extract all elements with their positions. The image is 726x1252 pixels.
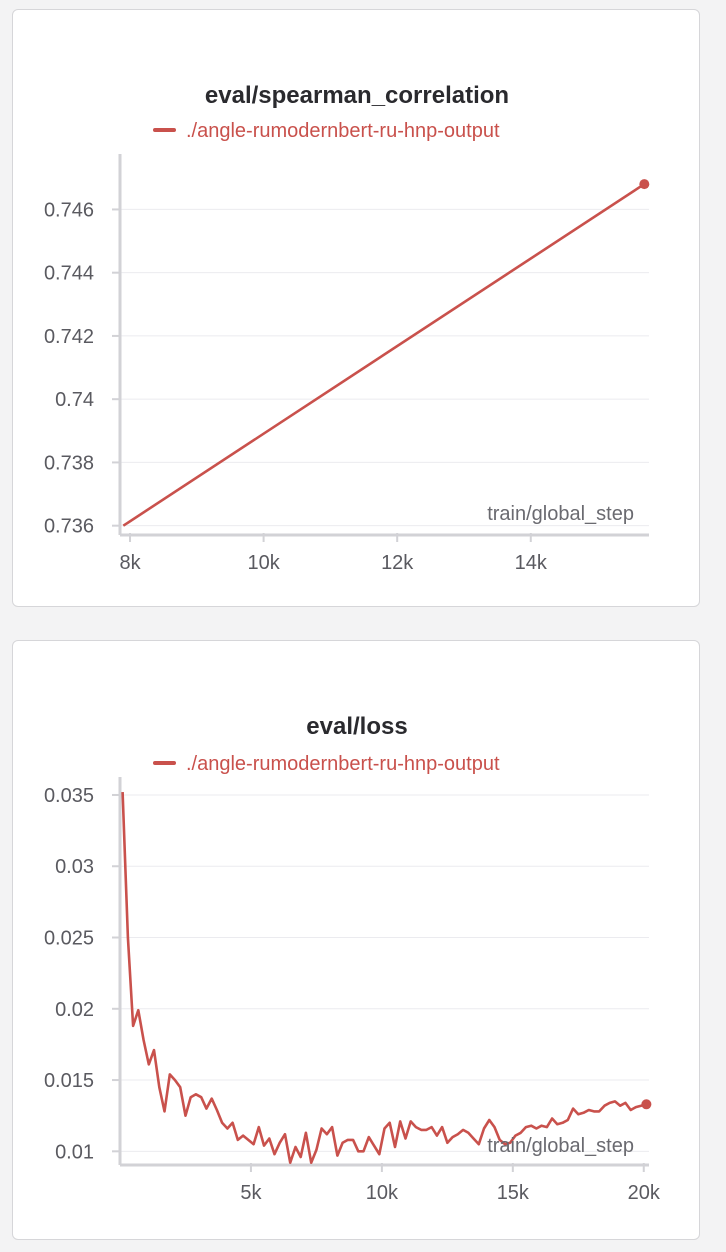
y-tick-label: 0.02 — [55, 999, 94, 1021]
chart-title: eval/spearman_correlation — [205, 82, 509, 109]
x-tick-label: 10k — [366, 1182, 399, 1204]
x-tick-label: 15k — [497, 1182, 530, 1204]
y-tick-label: 0.025 — [44, 928, 94, 950]
series-line — [121, 792, 647, 1165]
legend[interactable]: ./angle-rumodernbert-ru-hnp-output — [153, 120, 500, 142]
y-tick-label: 0.03 — [55, 856, 94, 878]
y-tick-label: 0.01 — [55, 1141, 94, 1163]
y-tick-label: 0.738 — [44, 452, 94, 474]
x-tick-label: 14k — [515, 552, 548, 574]
y-tick-label: 0.744 — [44, 263, 94, 285]
y-tick-label: 0.035 — [44, 785, 94, 807]
series-end-point — [641, 1099, 652, 1110]
loss-chart-svg: eval/loss ./angle-rumodernbert-ru-hnp-ou… — [44, 713, 661, 1204]
legend-label: ./angle-rumodernbert-ru-hnp-output — [186, 753, 500, 775]
series-line — [122, 183, 646, 527]
chart-title: eval/loss — [306, 713, 407, 740]
x-tick-label: 10k — [247, 552, 280, 574]
legend[interactable]: ./angle-rumodernbert-ru-hnp-output — [153, 753, 500, 775]
legend-label: ./angle-rumodernbert-ru-hnp-output — [186, 120, 500, 142]
x-tick-label: 12k — [381, 552, 414, 574]
x-tick-label: 8k — [119, 552, 141, 574]
x-tick-label: 5k — [240, 1182, 262, 1204]
y-tick-label: 0.746 — [44, 199, 94, 221]
spearman-chart-svg: eval/spearman_correlation ./angle-rumode… — [44, 82, 650, 574]
y-tick-label: 0.015 — [44, 1070, 94, 1092]
y-tick-label: 0.742 — [44, 326, 94, 348]
chart-panel-spearman: eval/spearman_correlation ./angle-rumode… — [12, 9, 700, 607]
chart-panel-loss: eval/loss ./angle-rumodernbert-ru-hnp-ou… — [12, 640, 700, 1240]
y-tick-label: 0.736 — [44, 516, 94, 538]
series-end-point — [639, 179, 650, 190]
x-tick-label: 20k — [628, 1182, 661, 1204]
x-axis-label: train/global_step — [487, 1135, 634, 1157]
y-tick-label: 0.74 — [55, 389, 94, 411]
x-axis-label: train/global_step — [487, 503, 634, 525]
